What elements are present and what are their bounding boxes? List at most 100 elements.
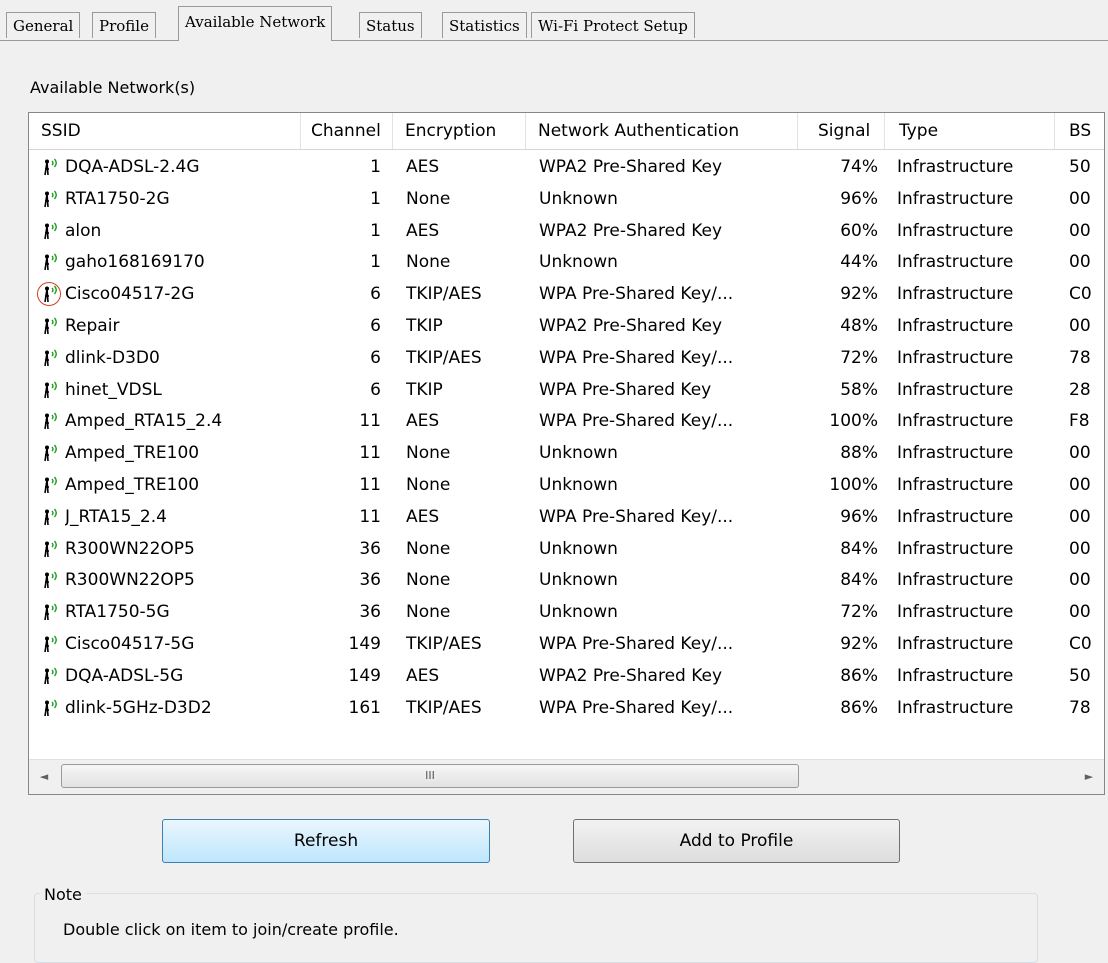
column-header-network-authentication[interactable]: Network Authentication [526,113,798,149]
tab-bar: General Profile Available Network Status… [0,0,1108,41]
cell-encryption: AES [406,220,440,241]
column-header-type[interactable]: Type [885,113,1055,149]
tab-available-network[interactable]: Available Network [178,6,333,41]
table-row[interactable]: Cisco04517-2G 6 TKIP/AES WPA Pre-Shared Key… [29,278,1104,310]
cell-type: Infrastructure [897,475,1014,495]
cell-network-authentication: WPA Pre-Shared Key [539,379,712,400]
wifi-antenna-icon [42,317,62,335]
wifi-antenna-icon [42,444,62,462]
cell-ssid: Repair [65,316,120,336]
cell-type: Infrastructure [897,538,1014,559]
table-row[interactable]: dlink-5GHz-D3D2 161 TKIP/AES WPA Pre-Shared… [29,692,1104,724]
table-row[interactable]: RTA1750-5G 36 None Unknown 72% Infrastructure… [29,596,1104,628]
cell-type: Infrastructure [897,602,1014,623]
wifi-antenna-icon [42,476,62,494]
cell-bssid: 00 [1069,188,1091,209]
table-row[interactable]: DQA-ADSL-5G 149 AES WPA2 Pre-Shared Key 86% I… [29,660,1104,692]
cell-network-authentication: WPA Pre-Shared Key/... [539,347,734,368]
scroll-thumb[interactable]: III [61,764,799,788]
column-header-signal[interactable]: Signal [798,113,885,149]
horizontal-scrollbar[interactable]: ◄ III ► [29,759,1104,794]
tab-status[interactable]: Status [359,12,422,38]
tab-general[interactable]: General [6,12,81,38]
cell-channel: 6 [370,347,381,368]
cell-signal: 58% [840,379,878,400]
table-row[interactable]: dlink-D3D0 6 TKIP/AES WPA Pre-Shared Key/..… [29,342,1104,374]
wifi-antenna-icon [42,158,62,176]
wifi-antenna-icon [42,699,62,717]
cell-encryption: None [406,570,451,591]
cell-encryption: TKIP [406,379,443,400]
cell-network-authentication: WPA2 Pre-Shared Key [539,157,723,177]
cell-ssid: gaho168169170 [65,252,205,273]
cell-bssid: 00 [1069,602,1091,623]
cell-signal: 88% [840,443,878,464]
scroll-left-arrow-icon[interactable]: ◄ [29,760,59,794]
cell-channel: 1 [370,220,381,241]
tab-wifi-protect-setup[interactable]: Wi-Fi Protect Setup [531,12,695,38]
cell-bssid: 00 [1069,443,1091,464]
cell-type: Infrastructure [897,316,1014,336]
network-list[interactable]: SSID Channel Encryption Network Authenti… [28,112,1105,795]
cell-signal: 72% [840,347,878,368]
cell-signal: 100% [829,475,878,495]
cell-bssid: 00 [1069,570,1091,591]
scroll-right-arrow-icon[interactable]: ► [1074,760,1104,794]
cell-bssid: 78 [1069,347,1091,368]
wifi-antenna-icon [37,282,62,307]
section-title: Available Network(s) [30,78,196,97]
column-header-ssid[interactable]: SSID [29,113,301,149]
column-header-channel[interactable]: Channel [301,113,393,149]
cell-signal: 92% [840,284,878,305]
table-row[interactable]: alon 1 AES WPA2 Pre-Shared Key 60% Infrastruc… [29,215,1104,247]
refresh-button[interactable]: Refresh [162,819,490,863]
wifi-antenna-icon [42,571,62,589]
table-row[interactable]: hinet_VDSL 6 TKIP WPA Pre-Shared Key 58% Infr… [29,374,1104,406]
column-header-encryption[interactable]: Encryption [393,113,526,149]
table-row[interactable]: DQA-ADSL-2.4G 1 AES WPA2 Pre-Shared Key 74% I… [29,151,1104,183]
table-row[interactable]: Cisco04517-5G 149 TKIP/AES WPA Pre-Shared K… [29,628,1104,660]
cell-ssid: Cisco04517-2G [65,284,195,305]
cell-bssid: 00 [1069,316,1091,336]
cell-network-authentication: WPA Pre-Shared Key/... [539,634,734,654]
cell-type: Infrastructure [897,347,1014,368]
cell-type: Infrastructure [897,506,1014,527]
cell-network-authentication: Unknown [539,475,618,495]
wifi-antenna-icon [42,381,62,399]
cell-bssid: 50 [1069,157,1091,177]
tab-profile[interactable]: Profile [92,12,156,38]
table-row[interactable]: gaho168169170 1 None Unknown 44% Infrastructu… [29,246,1104,278]
tab-statistics[interactable]: Statistics [442,12,527,38]
table-row[interactable]: Repair 6 TKIP WPA2 Pre-Shared Key 48% Infrast… [29,310,1104,342]
cell-channel: 11 [359,475,381,495]
cell-ssid: Amped_TRE100 [65,443,200,464]
cell-encryption: None [406,443,451,464]
table-row[interactable]: Amped_TRE100 11 None Unknown 88% Infrastructu… [29,437,1104,469]
cell-encryption: None [406,475,451,495]
cell-network-authentication: WPA2 Pre-Shared Key [539,665,723,686]
cell-type: Infrastructure [897,220,1014,241]
add-to-profile-button[interactable]: Add to Profile [573,819,900,863]
cell-ssid: R300WN22OP5 [65,538,195,559]
table-row[interactable]: R300WN22OP5 36 None Unknown 84% Infrastructur… [29,564,1104,596]
cell-bssid: 00 [1069,220,1091,241]
table-row[interactable]: R300WN22OP5 36 None Unknown 84% Infrastructur… [29,533,1104,565]
cell-bssid: C0 [1069,634,1092,654]
cell-type: Infrastructure [897,188,1014,209]
cell-encryption: AES [406,665,440,686]
table-row[interactable]: J_RTA15_2.4 11 AES WPA Pre-Shared Key/... 96… [29,501,1104,533]
cell-encryption: None [406,602,451,623]
cell-encryption: None [406,188,451,209]
column-header-bssid[interactable]: BS [1055,113,1104,149]
cell-network-authentication: WPA2 Pre-Shared Key [539,316,723,336]
cell-signal: 74% [840,157,878,177]
cell-encryption: AES [406,411,440,432]
table-row[interactable]: Amped_RTA15_2.4 11 AES WPA Pre-Shared Key/.… [29,405,1104,437]
table-row[interactable]: Amped_TRE100 11 None Unknown 100% Infrastruct… [29,469,1104,501]
cell-channel: 11 [359,411,381,432]
cell-bssid: 00 [1069,506,1091,527]
cell-type: Infrastructure [897,634,1014,654]
cell-ssid: Amped_TRE100 [65,475,200,495]
table-row[interactable]: RTA1750-2G 1 None Unknown 96% Infrastructure 0… [29,183,1104,215]
cell-channel: 149 [348,634,381,654]
